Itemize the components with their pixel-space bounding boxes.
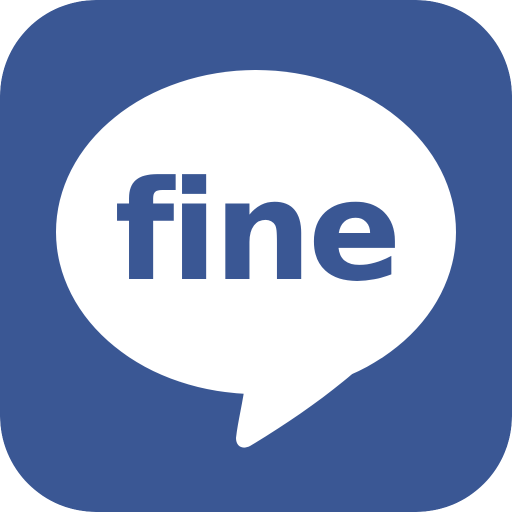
app-wordmark: fine bbox=[114, 151, 397, 312]
app-icon-graphic: fine bbox=[0, 0, 512, 512]
app-icon-tile[interactable]: fine bbox=[0, 0, 512, 512]
